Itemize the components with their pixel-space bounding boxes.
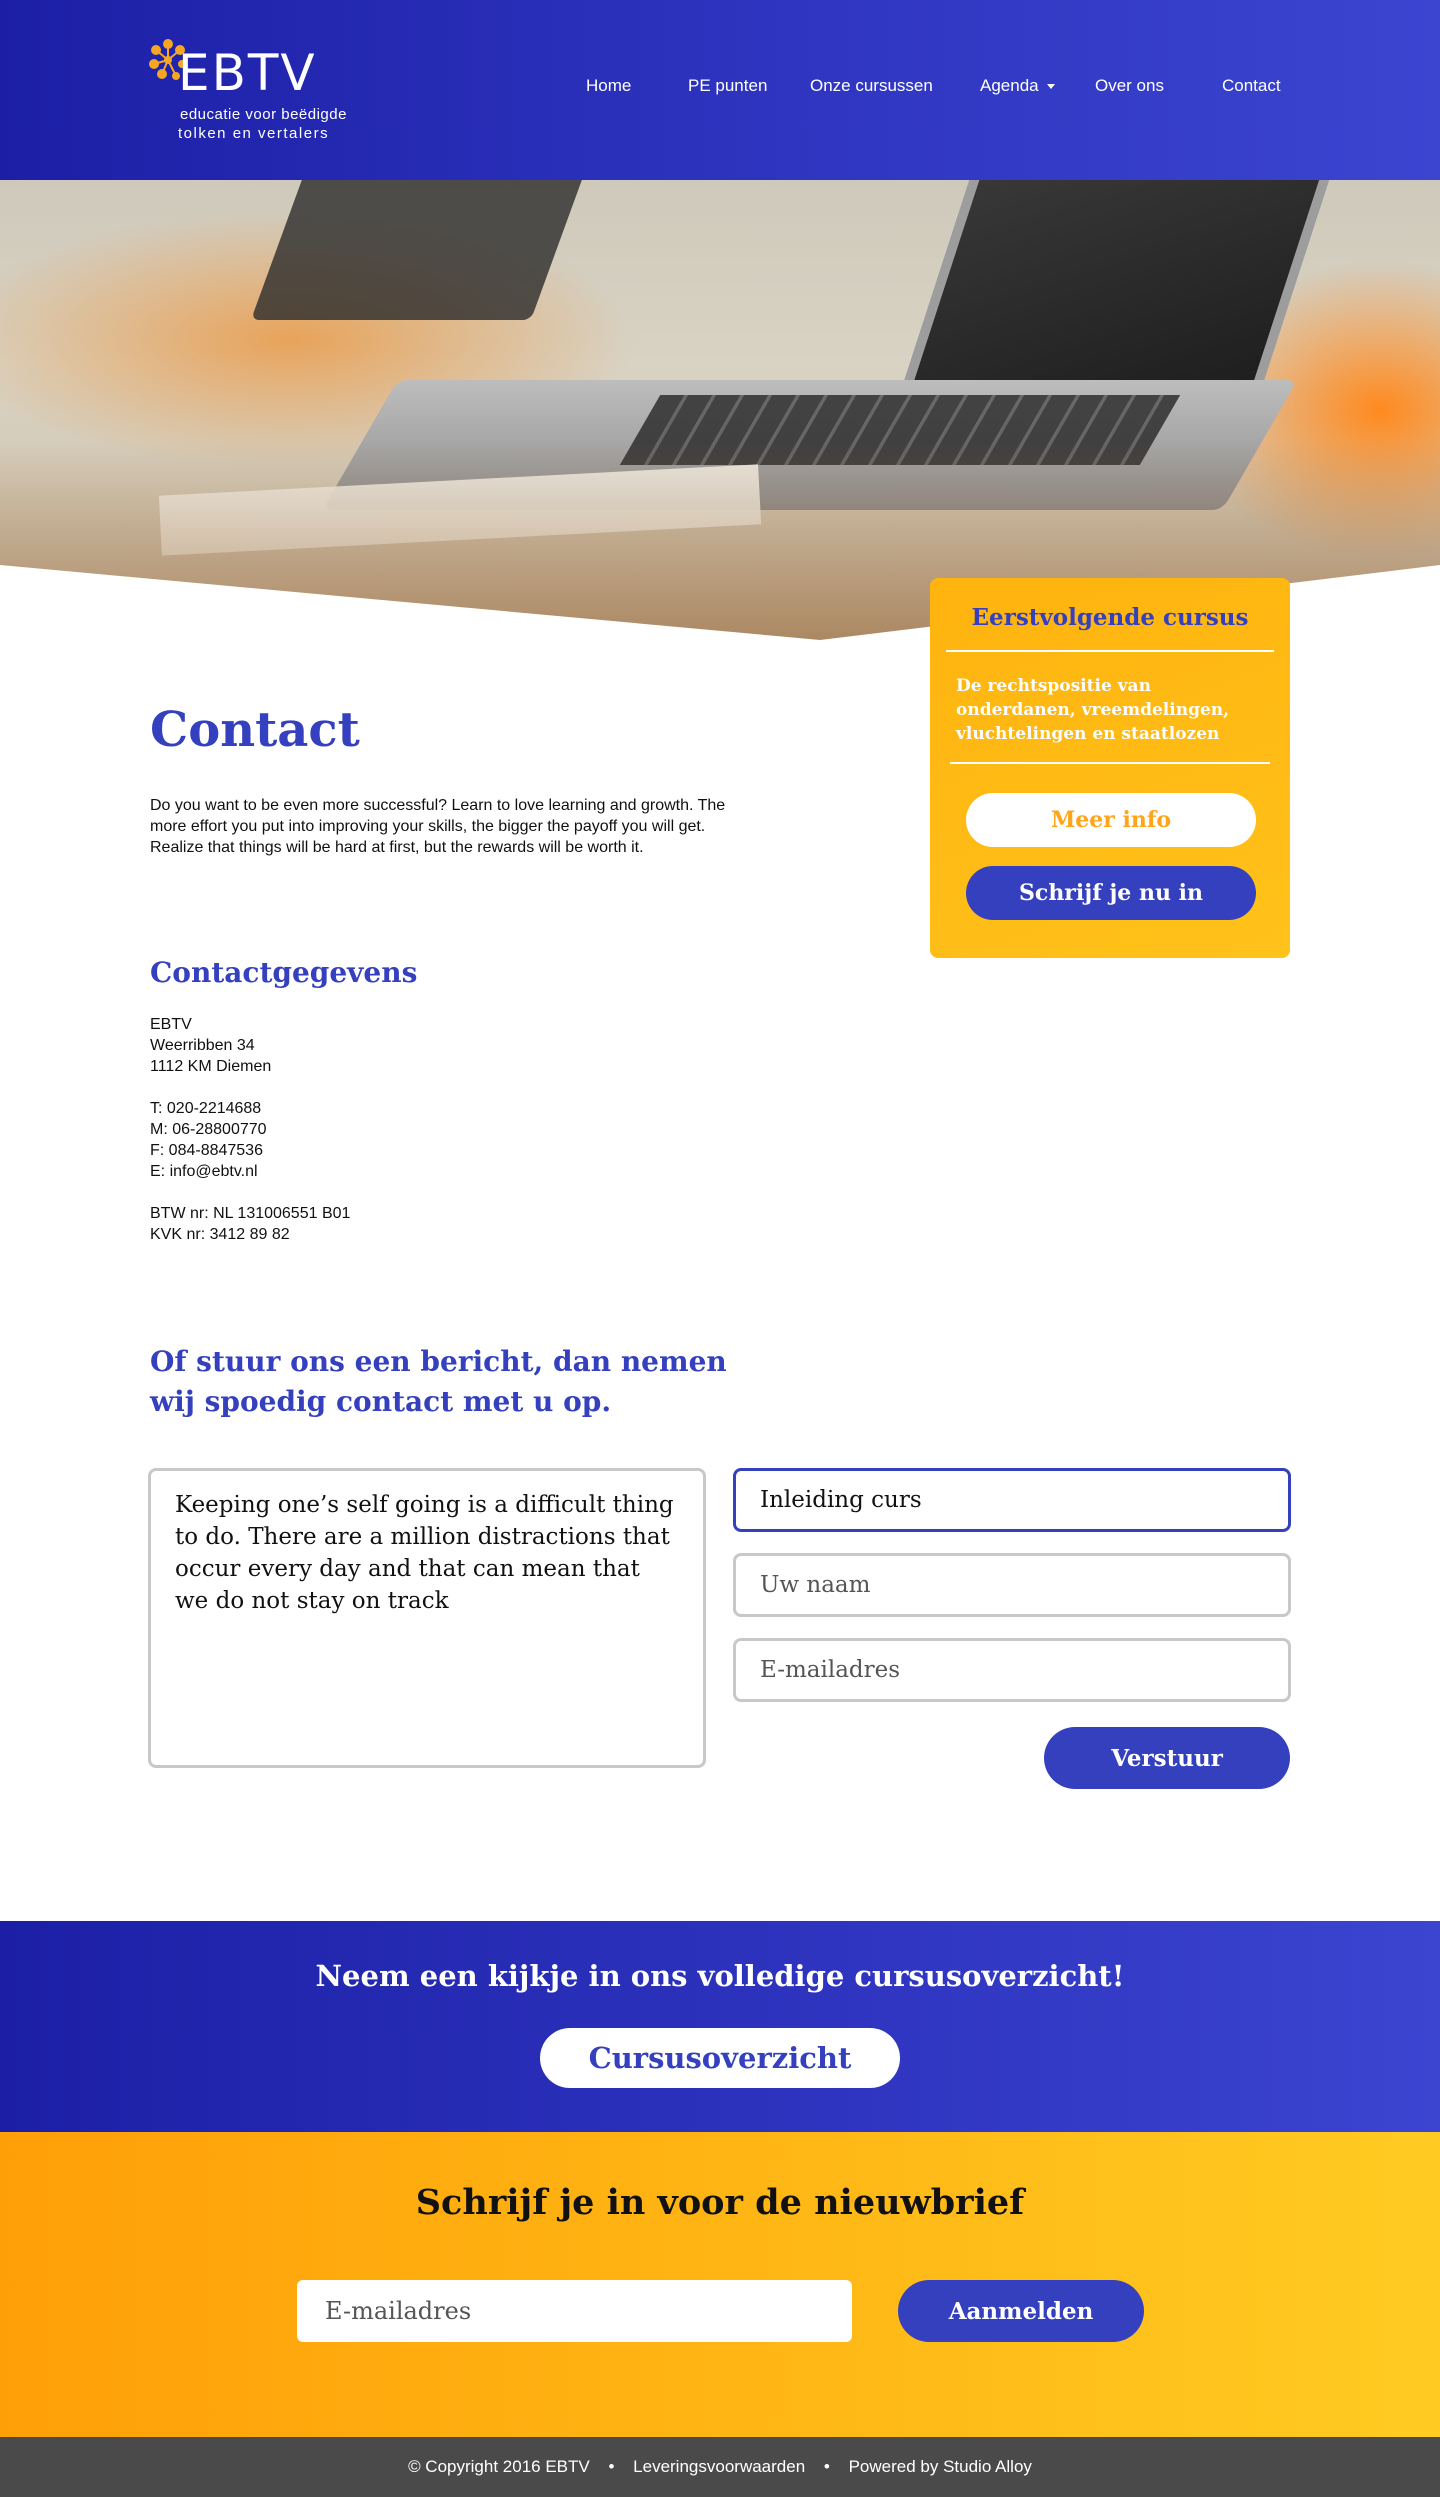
contact-city: 1112 KM Diemen [150, 1058, 272, 1075]
subject-field[interactable] [733, 1468, 1291, 1532]
nav-home[interactable]: Home [586, 76, 631, 96]
form-heading: Of stuur ons een bericht, dan nemen wij … [150, 1345, 727, 1418]
nav-agenda[interactable]: Agenda [980, 76, 1055, 96]
contact-name: EBTV [150, 1016, 192, 1033]
newsletter-section: Schrijf je in voor de nieuwbrief Aanmeld… [0, 2132, 1440, 2437]
course-name: De rechtspositie van onderdanen, vreemde… [956, 676, 1230, 744]
next-course-card: Eerstvolgende cursus De rechtspositie va… [930, 578, 1290, 958]
card-title: Eerstvolgende cursus [971, 604, 1249, 631]
nav-agenda-label: Agenda [980, 76, 1039, 95]
intro-text: Do you want to be even more successful? … [150, 797, 726, 856]
divider [946, 650, 1274, 652]
nav-onze-cursussen[interactable]: Onze cursussen [810, 76, 933, 96]
course-overview-banner: Neem een kijkje in ons volledige cursuso… [0, 1921, 1440, 2132]
logo-tagline-2: tolken en vertalers [178, 125, 330, 142]
site-header: EBTV educatie voor beëdigde tolken en ve… [0, 0, 1440, 180]
message-field[interactable]: Keeping one’s self going is a difficult … [148, 1468, 706, 1768]
contact-vat: BTW nr: NL 131006551 B01 [150, 1205, 351, 1222]
enroll-button[interactable]: Schrijf je nu in [966, 866, 1256, 920]
terms-link[interactable]: Leveringsvoorwaarden [633, 2457, 805, 2476]
nav-over-ons[interactable]: Over ons [1095, 76, 1164, 96]
page-title: Contact [150, 702, 360, 758]
banner-title: Neem een kijkje in ons volledige cursuso… [315, 1959, 1125, 1993]
name-field[interactable] [733, 1553, 1291, 1617]
contact-fax: F: 084-8847536 [150, 1142, 263, 1159]
contact-email: E: info@ebtv.nl [150, 1163, 258, 1180]
caret-down-icon [1046, 84, 1055, 90]
contact-phone: T: 020-2214688 [150, 1100, 262, 1117]
contact-mobile: M: 06-28800770 [150, 1121, 267, 1138]
nav-contact[interactable]: Contact [1222, 76, 1281, 96]
hero-image [0, 180, 1440, 640]
subscribe-button[interactable]: Aanmelden [898, 2280, 1144, 2342]
main-nav: Home PE punten Onze cursussen Agenda Ove… [0, 76, 1440, 106]
contact-kvk: KVK nr: 3412 89 82 [150, 1226, 290, 1243]
email-field[interactable] [733, 1638, 1291, 1702]
contact-details: EBTV Weerribben 34 1112 KM Diemen T: 020… [150, 1014, 350, 1245]
newsletter-email-field[interactable] [297, 2280, 852, 2342]
more-info-button[interactable]: Meer info [966, 793, 1256, 847]
send-button[interactable]: Verstuur [1044, 1727, 1290, 1789]
divider [950, 762, 1270, 764]
hero-angled-edge [0, 565, 1440, 640]
copyright-text: © Copyright 2016 EBTV [408, 2457, 590, 2476]
powered-by-link[interactable]: Powered by Studio Alloy [849, 2457, 1032, 2476]
nav-pe-punten[interactable]: PE punten [688, 76, 767, 96]
separator: • [823, 2457, 830, 2476]
site-footer: © Copyright 2016 EBTV • Leveringsvoorwaa… [0, 2437, 1440, 2497]
contact-heading: Contactgegevens [150, 956, 418, 989]
newsletter-title: Schrijf je in voor de nieuwbrief [415, 2182, 1025, 2223]
course-overview-button[interactable]: Cursusoverzicht [540, 2028, 900, 2088]
logo-tagline-1: educatie voor beëdigde [180, 106, 347, 123]
contact-street: Weerribben 34 [150, 1037, 255, 1054]
separator: • [608, 2457, 615, 2476]
